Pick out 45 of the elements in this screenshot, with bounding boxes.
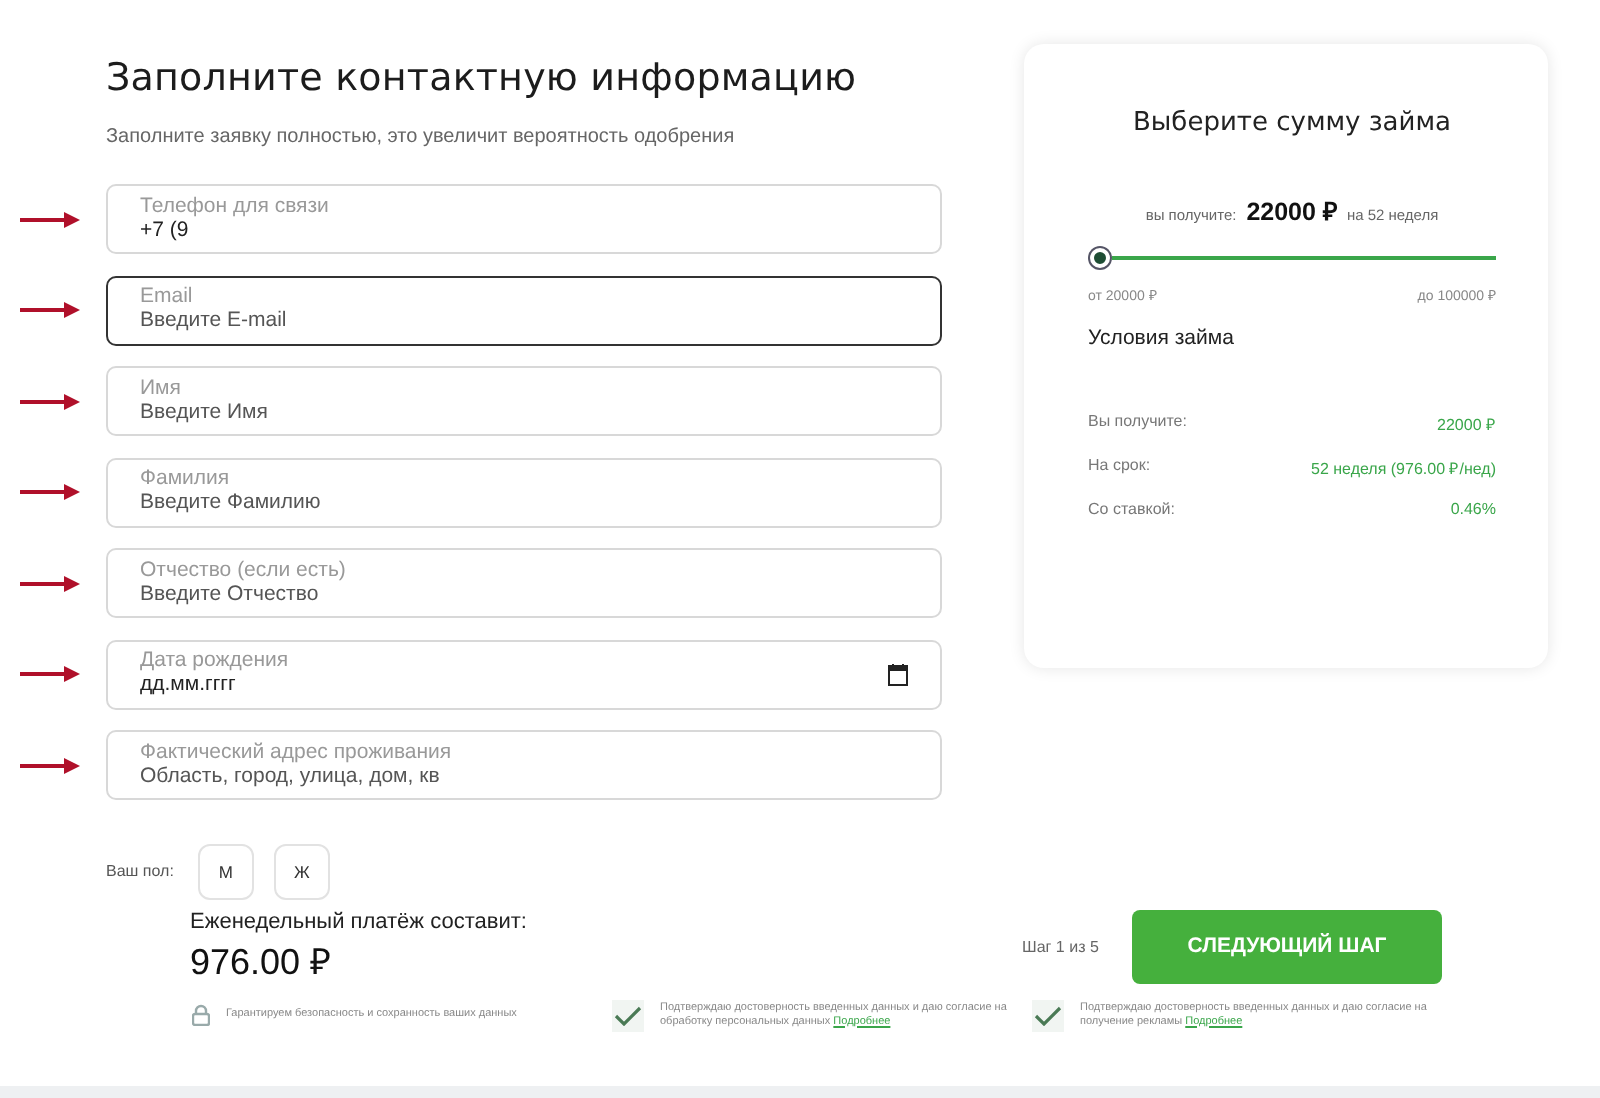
field-label: Телефон для связи <box>140 195 331 218</box>
checkbox[interactable] <box>1032 999 1064 1031</box>
date-field[interactable]: Дата рождения дд.мм.гггг <box>106 639 942 710</box>
checkbox[interactable] <box>612 999 644 1031</box>
field-label: Имя <box>140 377 183 400</box>
field-label: Отчество (если есть) <box>140 559 348 582</box>
field-label: Email <box>140 286 195 309</box>
payment-label: Еженедельный платёж составит: <box>190 909 529 933</box>
field-label: Фамилия <box>140 468 232 491</box>
input-field[interactable]: Имя Введите Имя <box>106 366 942 437</box>
check-icon <box>1034 1005 1062 1025</box>
page-subheading: Заполните заявку полностью, это увеличит вероятность одобрения <box>106 126 737 148</box>
field-placeholder: Область, город, улица, дом, кв <box>140 763 440 790</box>
input-field[interactable]: Телефон для связи +7 (9 <box>106 184 942 255</box>
receive-amount: 22000 ₽ <box>1246 196 1337 228</box>
input-field[interactable]: Отчество (если есть) Введите Отчество <box>106 548 942 619</box>
input-field[interactable]: Email Введите E-mail <box>106 275 942 346</box>
input-field[interactable]: Фактический адрес проживания Область, город, улица, дом, кв <box>106 730 942 801</box>
gender-button[interactable]: Ж <box>273 843 330 899</box>
step-counter: Шаг 1 из 5 <box>1022 937 1101 955</box>
field-placeholder: Введите Имя <box>140 399 268 426</box>
field-label: Дата рождения <box>140 650 291 673</box>
condition-value: 22000 ₽ <box>1437 414 1496 434</box>
gender-label: Ваш пол: <box>106 862 174 880</box>
card-title: Выберите сумму займа <box>1131 108 1453 138</box>
conditions-title: Условия займа <box>1088 326 1236 350</box>
lock-icon <box>192 1004 210 1026</box>
payment-amount: 976.00 ₽ <box>190 939 333 983</box>
field-label: Фактический адрес проживания <box>140 741 454 764</box>
field-placeholder: Введите E-mail <box>140 308 287 335</box>
condition-value: 0.46% <box>1450 500 1496 518</box>
gender-button[interactable]: М <box>197 843 254 899</box>
field-value: дд.мм.гггг <box>140 672 236 699</box>
page-heading: Заполните контактную информацию <box>106 56 859 100</box>
field-placeholder: Введите Фамилию <box>140 490 321 517</box>
condition-value: 52 неделя (976.00 ₽/нед) <box>1311 458 1496 478</box>
condition-label: Со ставкой: <box>1088 500 1175 518</box>
slider-thumb[interactable] <box>1090 248 1110 268</box>
condition-label: Вы получите: <box>1088 412 1187 434</box>
check-icon <box>614 1005 642 1025</box>
calendar-icon <box>888 663 908 686</box>
input-field[interactable]: Фамилия Введите Фамилию <box>106 457 942 528</box>
field-placeholder: Введите Отчество <box>140 581 319 608</box>
field-value: +7 (9 <box>140 217 189 244</box>
condition-label: На срок: <box>1088 456 1151 478</box>
